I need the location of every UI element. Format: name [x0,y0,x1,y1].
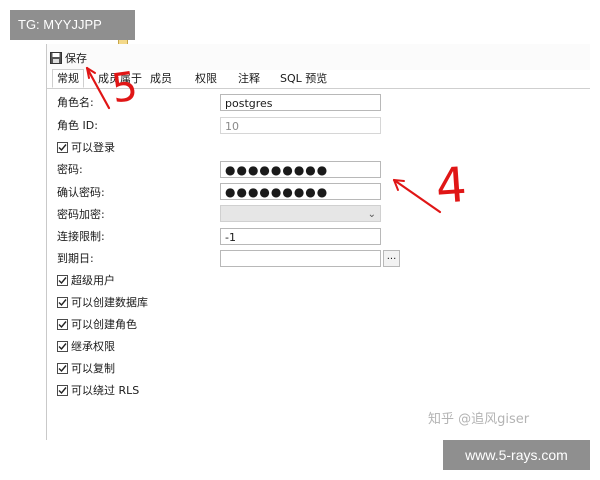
annotation-number-4: 4 [434,157,469,215]
create-role-label: 可以创建角色 [71,318,137,331]
create-role-checkbox[interactable]: 可以创建角色 [57,316,137,332]
password-encryption-label: 密码加密: [57,208,105,221]
expiry-label: 到期日: [57,252,94,265]
superuser-label: 超级用户 [71,274,115,287]
save-label: 保存 [65,52,87,65]
replication-checkbox[interactable]: 可以复制 [57,360,115,376]
bypass-rls-checkbox[interactable]: 可以绕过 RLS [57,382,139,398]
tab-general[interactable]: 常规 [52,69,84,88]
checkbox-checked-icon [57,318,68,330]
inherit-checkbox[interactable]: 继承权限 [57,338,115,354]
confirm-password-label: 确认密码: [57,186,105,199]
site-watermark: www.5-rays.com [443,440,590,470]
inherit-label: 继承权限 [71,340,115,353]
checkbox-checked-icon [57,340,68,352]
create-db-checkbox[interactable]: 可以创建数据库 [57,294,148,310]
bypass-rls-label: 可以绕过 RLS [71,384,140,397]
checkbox-checked-icon [57,384,68,396]
connection-limit-input[interactable]: -1 [220,228,381,245]
superuser-checkbox[interactable]: 超级用户 [57,272,115,288]
checkbox-checked-icon [57,274,68,286]
connection-limit-label: 连接限制: [57,230,105,243]
chevron-down-icon: ⌄ [367,209,376,220]
tab-privileges[interactable]: 权限 [193,70,219,87]
role-id-label: 角色 ID: [57,119,98,132]
floppy-disk-icon [50,52,62,64]
confirm-password-input[interactable]: ●●●●●●●●● [220,183,381,200]
password-encryption-select[interactable]: ⌄ [220,205,381,222]
save-button[interactable]: 保存 [50,49,87,67]
can-login-checkbox[interactable]: 可以登录 [57,139,115,155]
zhihu-credit: 知乎 @追风giser [428,412,530,427]
top-left-tag: TG: MYYJJPP [10,10,135,40]
role-id-field: 10 [220,117,381,134]
create-db-label: 可以创建数据库 [71,296,148,309]
expiry-input[interactable] [220,250,381,267]
tab-comment[interactable]: 注释 [236,70,262,87]
tab-sql-preview[interactable]: SQL 预览 [278,70,329,87]
expiry-picker-button[interactable]: ... [383,250,400,267]
window-border [46,44,47,440]
password-label: 密码: [57,163,83,176]
checkbox-checked-icon [57,141,68,153]
checkbox-checked-icon [57,296,68,308]
replication-label: 可以复制 [71,362,115,375]
can-login-label: 可以登录 [71,141,115,154]
checkbox-checked-icon [57,362,68,374]
role-name-input[interactable]: postgres [220,94,381,111]
password-input[interactable]: ●●●●●●●●● [220,161,381,178]
